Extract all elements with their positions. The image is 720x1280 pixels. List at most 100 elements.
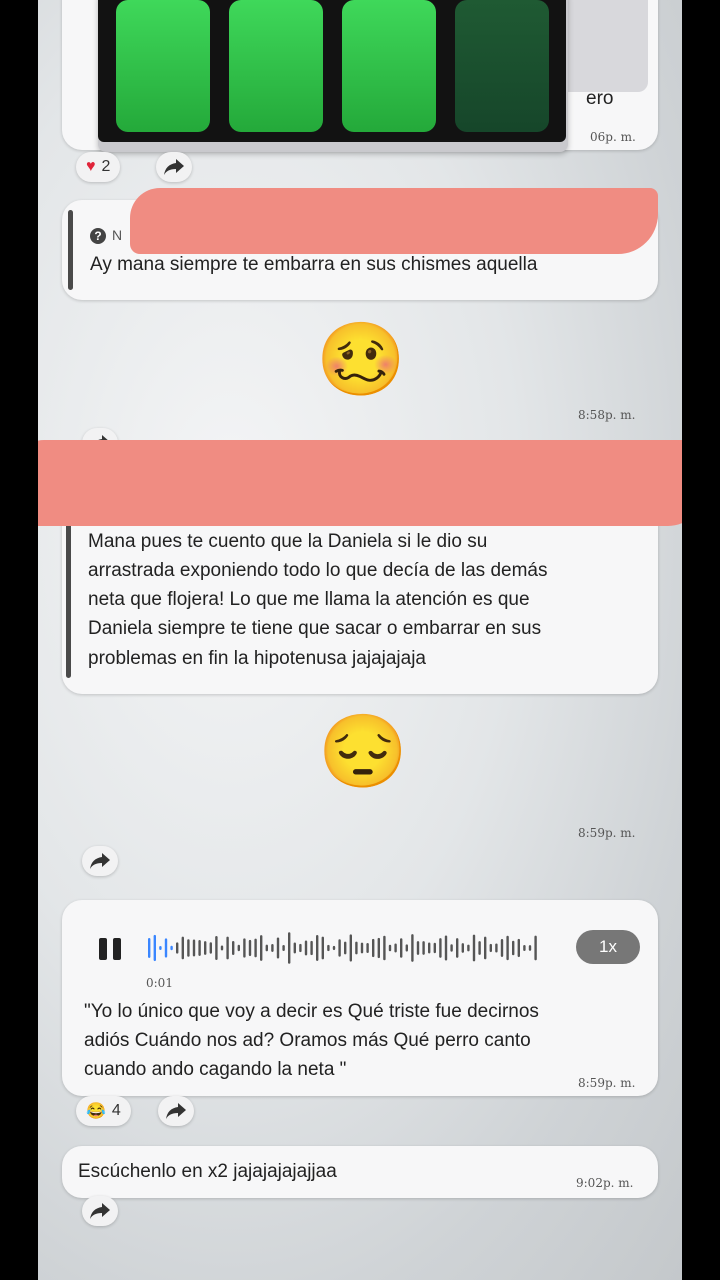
waveform-bar — [310, 940, 313, 956]
waveform-bar — [517, 938, 520, 958]
info-icon: ? — [90, 228, 106, 244]
waveform-bar — [271, 944, 274, 952]
waveform-bar — [265, 944, 268, 952]
message-2-time: 8:58p. m. — [578, 408, 636, 422]
quote-line-2: arrastrada exponiendo todo lo que decía … — [88, 560, 548, 581]
message-5-text: Escúchenlo en x2 jajajajajajjaa — [78, 1161, 337, 1182]
waveform-bar — [394, 943, 397, 953]
waveform-bar — [215, 935, 218, 961]
transcript-line-2: adiós Cuándo nos ad? Oramos más Qué perr… — [84, 1030, 531, 1051]
battery-frame — [98, 0, 566, 142]
laughing-emoji-icon: 😂 — [86, 1103, 106, 1120]
waveform-bar — [254, 938, 257, 958]
message-3-time: 8:59p. m. — [578, 826, 636, 840]
waveform-bar — [288, 932, 291, 964]
waveform-bar — [484, 936, 487, 960]
waveform-bar — [299, 943, 302, 953]
waveform-bar — [159, 945, 162, 951]
waveform-bar — [181, 936, 184, 960]
forward-button-4[interactable] — [158, 1096, 194, 1126]
message-3-emoji: 😔 — [318, 712, 408, 792]
waveform-bar — [523, 944, 526, 952]
forward-button-5[interactable] — [82, 1196, 118, 1226]
waveform-bar — [500, 939, 504, 957]
waveform-bar — [338, 939, 341, 957]
waveform-bar — [534, 935, 537, 961]
pause-icon — [99, 938, 121, 960]
waveform-bar — [461, 943, 464, 953]
playback-speed-button[interactable]: 1x — [576, 930, 640, 964]
waveform-bar — [344, 941, 347, 955]
message-5-time: 9:02p. m. — [576, 1176, 634, 1190]
waveform-bar — [428, 942, 431, 954]
transcript-line-1: "Yo lo único que voy a decir es Qué tris… — [84, 1001, 539, 1022]
waveform-bar — [260, 935, 263, 961]
quote-line-5: problemas en fin la hipotenusa jajajajaj… — [88, 648, 427, 669]
quote-line-1: Mana pues te cuento que la Daniela si le… — [88, 531, 488, 552]
waveform-bar — [226, 936, 229, 960]
waveform-bar — [366, 942, 369, 954]
message-1-time: 06p. m. — [590, 130, 636, 144]
quote-line-4: Daniela siempre te tiene que sacar o emb… — [88, 618, 542, 639]
waveform-bar — [355, 941, 358, 955]
battery-cell-3 — [342, 0, 436, 132]
waveform-bar — [450, 944, 453, 952]
waveform-bar — [388, 944, 392, 952]
waveform-bar — [467, 944, 470, 952]
waveform-bar — [439, 938, 442, 958]
redaction-1 — [130, 188, 658, 254]
waveform-bar — [148, 938, 151, 958]
pause-button[interactable] — [96, 934, 126, 964]
waveform-bar — [164, 938, 168, 958]
reaction-chip-1[interactable]: ♥ 2 — [76, 152, 121, 182]
voice-message-time: 8:59p. m. — [578, 1076, 636, 1090]
waveform-bar — [400, 938, 403, 958]
waveform-bar — [248, 939, 252, 957]
forward-icon — [90, 853, 110, 869]
waveform-bar — [489, 943, 492, 953]
waveform-bar — [495, 943, 498, 953]
chat-screen: ero 06p. m. ♥ 2 ? N Ay mana siempre te e… — [38, 0, 682, 1280]
waveform-bar — [433, 942, 436, 954]
forward-button-3[interactable] — [82, 846, 118, 876]
quote-text-2: Ay mana siempre te embarra en sus chisme… — [90, 254, 538, 275]
forward-icon — [164, 159, 184, 175]
waveform-bar — [170, 945, 173, 951]
battery-cell-1 — [116, 0, 210, 132]
message-2-emoji: 🥴 — [316, 320, 406, 400]
waveform-bar — [383, 935, 386, 961]
waveform-bar — [176, 942, 179, 954]
battery-overlay — [98, 0, 568, 152]
waveform-bar — [360, 942, 364, 954]
redaction-2 — [38, 440, 682, 526]
battery-cell-2 — [229, 0, 323, 132]
waveform-bar — [422, 941, 425, 955]
waveform-bar — [349, 934, 352, 962]
waveform-bar — [472, 934, 476, 962]
waveform-bar — [192, 939, 196, 957]
forward-icon — [90, 1203, 110, 1219]
waveform-bar — [506, 935, 509, 961]
waveform-bar — [405, 944, 408, 952]
quote-bar-2 — [68, 210, 73, 290]
forward-button-1[interactable] — [156, 152, 192, 182]
waveform-bar — [187, 939, 190, 957]
transcript-line-3: cuando ando cagando la neta " — [84, 1059, 347, 1080]
waveform-bar — [276, 937, 280, 959]
reaction-chip-voice[interactable]: 😂 4 — [76, 1096, 131, 1126]
quote-line-3: neta que flojera! Lo que me llama la ate… — [88, 589, 530, 610]
reaction-count: 4 — [111, 1102, 121, 1119]
waveform-bar — [416, 941, 420, 955]
waveform-bar — [198, 940, 201, 956]
waveform-bar — [220, 945, 224, 951]
waveform-bar — [512, 940, 515, 956]
waveform-bar — [327, 944, 330, 952]
waveform-bar — [321, 936, 324, 960]
waveform-bar — [282, 944, 285, 952]
waveform-bar — [411, 934, 414, 962]
waveform[interactable] — [148, 928, 548, 968]
heart-icon: ♥ — [86, 158, 96, 175]
waveform-bar — [232, 940, 235, 956]
waveform-bar — [237, 944, 240, 952]
forward-icon — [166, 1103, 186, 1119]
